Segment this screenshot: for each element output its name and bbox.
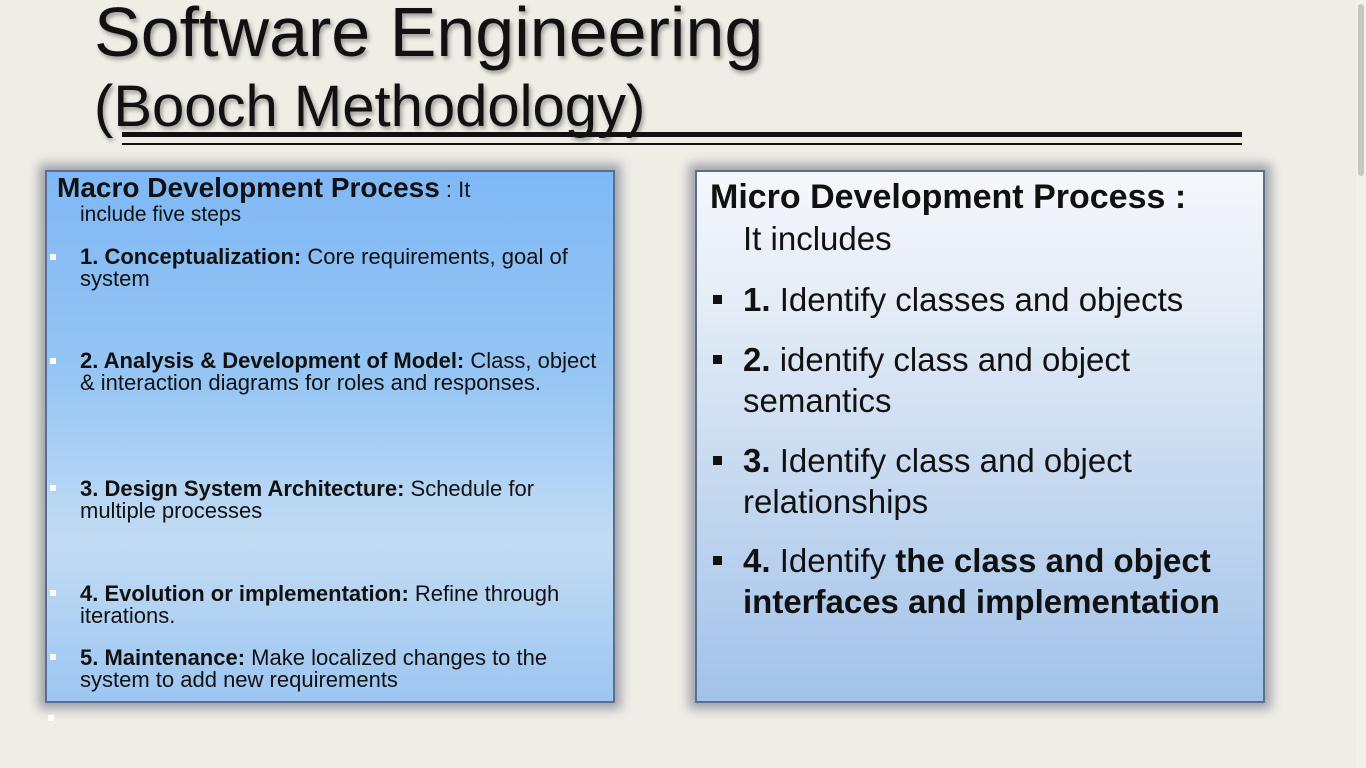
micro-step-4: 4. Identify the class and object interfa… (743, 540, 1258, 622)
micro-step-text: Identify classes and objects (770, 281, 1184, 318)
bullet-icon (713, 556, 722, 565)
scroll-thumb[interactable] (1358, 4, 1364, 176)
scrollbar[interactable] (1356, 0, 1366, 768)
macro-process-panel: Macro Development Process : It include f… (45, 170, 615, 703)
macro-step-1: 1. Conceptualization: Core requirements,… (80, 246, 615, 290)
micro-step-num: 4. (743, 542, 771, 579)
micro-step-text: Identify (770, 542, 896, 579)
macro-step-4: 4. Evolution or implementation: Refine t… (80, 583, 615, 627)
macro-step-2: 2. Analysis & Development of Model: Clas… (80, 350, 615, 394)
bullet-icon (50, 485, 56, 491)
bullet-icon (48, 715, 54, 721)
micro-step-3: 3. Identify class and object relationshi… (743, 440, 1258, 522)
bullet-icon (50, 590, 56, 596)
micro-process-panel: Micro Development Process : It includes … (695, 170, 1265, 703)
macro-heading: Macro Development Process : It (57, 172, 470, 204)
slide: Software Engineering (Booch Methodology)… (0, 0, 1366, 768)
bullet-icon (713, 295, 722, 304)
bullet-icon (50, 358, 56, 364)
micro-step-1: 1. Identify classes and objects (743, 279, 1258, 320)
macro-step-3: 3. Design System Architecture: Schedule … (80, 478, 615, 522)
micro-heading: Micro Development Process : (710, 178, 1187, 216)
title-underline-thin (122, 143, 1242, 145)
micro-step-num: 1. (743, 281, 771, 318)
micro-step-num: 2. (743, 341, 771, 378)
micro-intro: It includes (743, 220, 892, 257)
bullet-icon (50, 654, 56, 660)
slide-title: Software Engineering (94, 0, 764, 71)
macro-step-5: 5. Maintenance: Make localized changes t… (80, 647, 615, 691)
title-underline-thick (122, 132, 1242, 137)
macro-intro: include five steps (80, 203, 242, 226)
bullet-icon (713, 456, 722, 465)
macro-heading-text: Macro Development Process (57, 172, 440, 203)
bullet-icon (713, 355, 722, 364)
micro-step-2: 2. identify class and object semantics (743, 339, 1258, 421)
bullet-icon (50, 254, 56, 260)
micro-step-text: Identify class and object relationships (743, 442, 1132, 520)
micro-step-num: 3. (743, 442, 771, 479)
micro-step-text: identify class and object semantics (743, 341, 1131, 419)
macro-heading-tail: : It (439, 177, 471, 202)
